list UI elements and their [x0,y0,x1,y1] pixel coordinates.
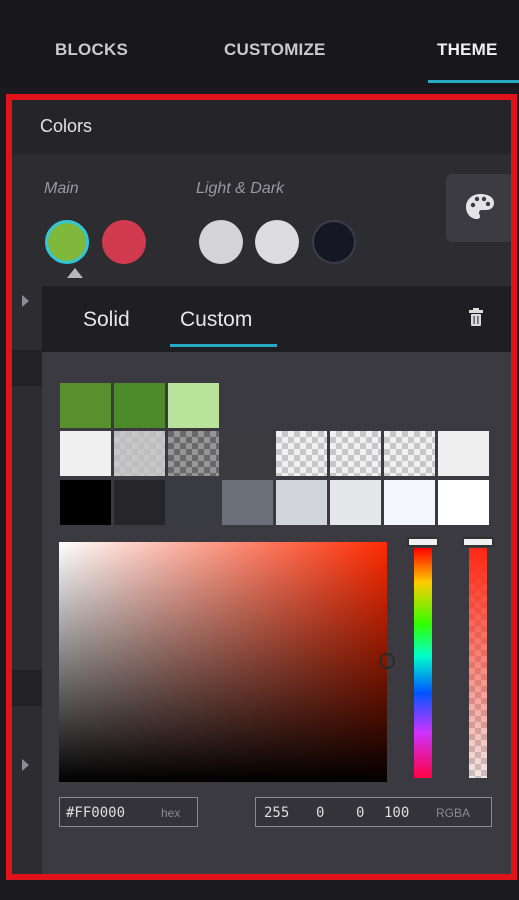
preset-swatch[interactable] [438,431,489,476]
picker-tab-bar: Solid Custom [42,286,511,352]
preset-swatch[interactable] [330,431,381,476]
preset-swatch[interactable] [384,480,435,525]
preset-swatch[interactable] [276,480,327,525]
light-dark-group-label: Light & Dark [196,180,285,197]
hex-unit-label: hex [161,806,181,820]
hex-value: #FF0000 [66,805,126,821]
top-tab-bar: BLOCKS CUSTOMIZE THEME [0,0,519,88]
preset-swatch[interactable] [114,480,165,525]
tab-theme[interactable]: THEME [437,40,498,60]
colors-header: Colors [12,100,511,154]
preset-swatch[interactable] [438,480,489,525]
selected-swatch-caret [67,268,83,278]
trash-icon[interactable] [469,308,483,326]
preset-swatch[interactable] [168,480,219,525]
rgba-unit-label: RGBA [436,806,471,820]
tab-custom[interactable]: Custom [180,308,252,332]
saturation-value-handle[interactable] [379,653,395,669]
alpha-slider-handle[interactable] [462,537,494,547]
tab-blocks[interactable]: BLOCKS [55,40,128,60]
preset-swatch[interactable] [60,480,111,525]
rgba-red-value[interactable]: 255 [264,805,289,821]
palette-icon [466,194,494,219]
preset-swatch[interactable] [60,431,111,476]
preset-swatch[interactable] [114,431,165,476]
rgba-alpha-value[interactable]: 100 [384,805,409,821]
preset-swatch[interactable] [168,431,219,476]
tab-solid[interactable]: Solid [83,308,130,332]
recent-swatch[interactable] [60,383,111,428]
preset-swatch[interactable] [222,431,273,476]
alpha-gradient [469,548,487,778]
palette-button[interactable] [446,174,511,242]
preset-swatch[interactable] [330,480,381,525]
recent-swatch[interactable] [114,383,165,428]
saturation-value-picker[interactable] [59,542,387,782]
preset-swatch[interactable] [384,431,435,476]
active-tab-indicator [428,80,519,83]
expand-arrow-icon[interactable] [22,295,29,307]
colors-title: Colors [40,116,93,136]
main-color-swatch-2[interactable] [102,220,146,264]
rgba-input[interactable]: 255 0 0 100 RGBA [255,797,492,827]
main-group-label: Main [44,180,79,197]
colors-panel: Colors Main Light & Dark Solid Custom #F… [6,94,517,880]
bottom-strip [0,880,519,900]
side-row [12,670,42,706]
expand-arrow-icon[interactable] [22,759,29,771]
recent-swatch[interactable] [168,383,219,428]
hue-slider-handle[interactable] [407,537,439,547]
rgba-blue-value[interactable]: 0 [356,805,364,821]
main-color-swatch-1[interactable] [45,220,89,264]
color-picker-popup: Solid Custom #FF0000 hex 255 0 0 100 RGB… [42,286,511,874]
alpha-slider[interactable] [469,548,487,778]
preset-swatch[interactable] [276,431,327,476]
tab-customize[interactable]: CUSTOMIZE [224,40,326,60]
light-color-swatch-1[interactable] [199,220,243,264]
hex-input[interactable]: #FF0000 hex [59,797,198,827]
side-row [12,350,42,386]
preset-swatch[interactable] [222,480,273,525]
hue-slider[interactable] [414,548,432,778]
light-color-swatch-2[interactable] [255,220,299,264]
picker-active-tab-indicator [170,344,277,347]
dark-color-swatch[interactable] [312,220,356,264]
rgba-green-value[interactable]: 0 [316,805,324,821]
